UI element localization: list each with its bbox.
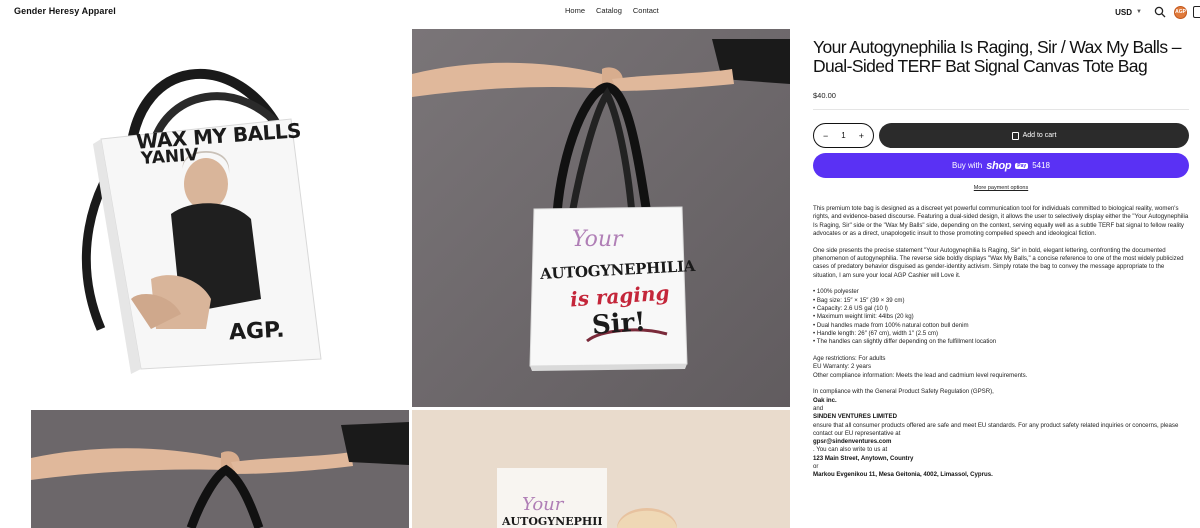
product-price: $40.00 bbox=[813, 91, 836, 100]
tote-bag-lifestyle-illustration bbox=[412, 410, 790, 528]
add-to-cart-button[interactable]: Add to cart bbox=[879, 123, 1189, 148]
minus-icon[interactable]: − bbox=[823, 131, 828, 141]
side-b-text-line1: Your bbox=[572, 227, 623, 252]
feature-item: • Maximum weight limit: 44lbs (20 kg) bbox=[813, 313, 914, 321]
side-d-text-line2: AUTOGYNEPHILIA bbox=[502, 515, 602, 528]
feature-item: • Handle length: 26″ (67 cm), width 1″ (… bbox=[813, 329, 938, 337]
product-info: Your Autogynephilia Is Raging, Sir / Wax… bbox=[813, 38, 1189, 488]
gpsr-or: or bbox=[813, 463, 819, 471]
buy-row: − 1 + Add to cart bbox=[813, 123, 1189, 148]
side-b-text-line4: Sir! bbox=[591, 307, 647, 341]
product-image-side-d[interactable]: Your AUTOGYNEPHILIA bbox=[412, 410, 790, 528]
nav-contact[interactable]: Contact bbox=[633, 6, 659, 15]
quantity-value[interactable]: 1 bbox=[841, 131, 845, 140]
feature-item: • 100% polyester bbox=[813, 288, 859, 296]
add-to-cart-label: Add to cart bbox=[1022, 132, 1057, 139]
shop-logo: shop bbox=[986, 159, 1012, 172]
gpsr-intro: In compliance with the General Product S… bbox=[813, 388, 994, 396]
feature-list: • 100% polyester • Bag size: 15″ × 15″ (… bbox=[813, 288, 1189, 346]
account-avatar[interactable]: AGP bbox=[1174, 5, 1187, 19]
product-image-side-c[interactable] bbox=[31, 410, 409, 528]
more-payment-options-link[interactable]: More payment options bbox=[813, 185, 1189, 191]
header-actions: USD ▼ AGP bbox=[1115, 3, 1200, 21]
side-a-text-line2: YANIV bbox=[140, 145, 200, 169]
feature-item: • Dual handles made from 100% natural co… bbox=[813, 321, 969, 329]
gpsr-text: ensure that all consumer products offere… bbox=[813, 421, 1179, 437]
shop-pay-button[interactable]: Buy with shop Pay 5418 bbox=[813, 153, 1189, 178]
tote-bag-side-a-illustration bbox=[81, 69, 322, 374]
buy-with-label: Buy with bbox=[951, 161, 983, 170]
brand-logo[interactable]: Gender Heresy Apparel bbox=[14, 6, 116, 16]
chevron-down-icon[interactable]: ▼ bbox=[1136, 9, 1142, 15]
product-title: Your Autogynephilia Is Raging, Sir / Wax… bbox=[813, 37, 1181, 76]
shop-number: 5418 bbox=[1032, 161, 1050, 170]
side-d-text-line1: Your bbox=[522, 494, 564, 515]
currency-selector[interactable]: USD bbox=[1115, 8, 1132, 17]
site-header: Gender Heresy Apparel Home Catalog Conta… bbox=[0, 0, 1200, 26]
plus-icon[interactable]: + bbox=[859, 131, 864, 141]
product-image-side-a[interactable]: WAX MY BALLS YANIV AGP. bbox=[31, 29, 409, 407]
compliance-list: Age restrictions: For adults EU Warranty… bbox=[813, 355, 1189, 380]
main-nav: Home Catalog Contact bbox=[565, 6, 659, 15]
tote-bag-held-illustration bbox=[31, 410, 409, 528]
compliance-item: Other compliance information: Meets the … bbox=[813, 371, 1028, 379]
gpsr-section: In compliance with the General Product S… bbox=[813, 388, 1189, 479]
gpsr-address-2: Markou Evgenikou 11, Mesa Geitonia, 4002… bbox=[813, 471, 993, 479]
compliance-item: Age restrictions: For adults bbox=[813, 354, 886, 362]
feature-item: • Capacity: 2.6 US gal (10 l) bbox=[813, 304, 888, 312]
description-paragraph-2: One side presents the precise statement … bbox=[813, 246, 1184, 279]
feature-item: • Bag size: 15″ × 15″ (39 × 39 cm) bbox=[813, 296, 905, 304]
product-image-side-b[interactable]: Your AUTOGYNEPHILIA is raging Sir! bbox=[412, 29, 790, 407]
side-a-tag: AGP. bbox=[228, 317, 286, 346]
description-paragraph-1: This premium tote bag is designed as a d… bbox=[813, 205, 1189, 237]
quantity-stepper: − 1 + bbox=[813, 123, 874, 148]
search-icon[interactable] bbox=[1154, 6, 1166, 18]
gpsr-email[interactable]: gpsr@sindenventures.com bbox=[813, 438, 1189, 446]
bag-icon bbox=[1011, 131, 1019, 140]
compliance-item: EU Warranty: 2 years bbox=[813, 363, 872, 371]
divider bbox=[813, 109, 1189, 110]
feature-item: • The handles can slightly differ depend… bbox=[813, 338, 997, 346]
tote-bag-side-b-illustration bbox=[412, 29, 790, 407]
product-description: This premium tote bag is designed as a d… bbox=[813, 205, 1189, 480]
gpsr-write: . You can also write to us at bbox=[813, 446, 888, 454]
gpsr-address-1: 123 Main Street, Anytown, Country bbox=[813, 454, 914, 462]
gpsr-company-1: Oak inc. bbox=[813, 396, 837, 404]
gpsr-and: and bbox=[813, 404, 824, 412]
nav-home[interactable]: Home bbox=[565, 6, 585, 15]
cart-icon[interactable] bbox=[1193, 6, 1200, 18]
gpsr-company-2: SINDEN VENTURES LIMITED bbox=[813, 413, 897, 421]
shop-pay-badge: Pay bbox=[1015, 162, 1029, 169]
nav-catalog[interactable]: Catalog bbox=[596, 6, 622, 15]
